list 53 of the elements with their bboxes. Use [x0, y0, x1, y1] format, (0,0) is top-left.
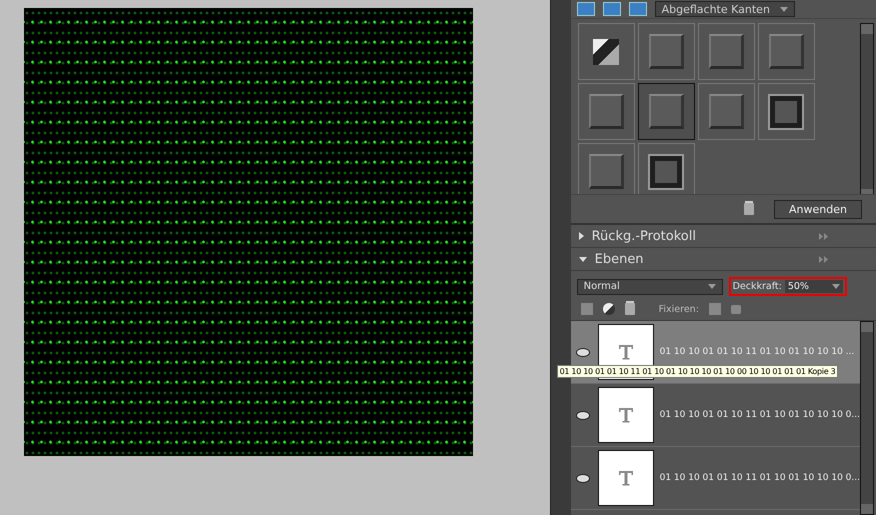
- eye-icon[interactable]: [576, 474, 590, 482]
- panel-title: Ebenen: [594, 252, 644, 266]
- eye-icon[interactable]: [576, 348, 590, 356]
- bevel-square-icon: [648, 34, 684, 69]
- opacity-label: Deckkraft:: [732, 281, 782, 292]
- apply-button[interactable]: Anwenden: [774, 200, 862, 218]
- style-tile[interactable]: [578, 83, 635, 140]
- opacity-field[interactable]: 50%: [784, 280, 843, 293]
- panel-header[interactable]: Ebenen: [570, 248, 876, 271]
- layer-icon[interactable]: [576, 2, 595, 16]
- layer-row[interactable]: 01 10 10 01 01 10 11 01 10 01 10 10 10 0...: [570, 447, 860, 510]
- trash-icon[interactable]: [624, 303, 635, 315]
- new-layer-icon[interactable]: [580, 303, 593, 315]
- bevel-square-icon: [648, 94, 684, 129]
- style-tile[interactable]: [698, 83, 755, 140]
- eye-icon[interactable]: [576, 410, 590, 420]
- style-tile[interactable]: [638, 23, 695, 80]
- style-tile[interactable]: [578, 143, 635, 194]
- style-tile[interactable]: [698, 23, 755, 80]
- style-tile[interactable]: [758, 83, 815, 140]
- layer-name: 01 10 10 01 01 10 11 01 10 01 10 10 10 ...: [660, 347, 854, 357]
- style-tile[interactable]: [638, 143, 695, 194]
- style-tile[interactable]: [638, 83, 695, 140]
- layer-icon[interactable]: [602, 2, 621, 16]
- blend-mode-dropdown[interactable]: Normal: [576, 278, 723, 294]
- lock-icon[interactable]: [730, 304, 741, 314]
- text-t-icon: [618, 470, 634, 486]
- panel-menu-icon[interactable]: [819, 232, 828, 240]
- layer-name: 01 10 10 01 01 10 11 01 10 01 10 10 10 0...: [660, 410, 860, 420]
- trash-icon[interactable]: [744, 203, 754, 215]
- style-tile[interactable]: [578, 23, 635, 80]
- lock-pixels-icon[interactable]: [708, 303, 721, 315]
- adjustment-icon[interactable]: [602, 303, 615, 315]
- text-t-icon: [618, 344, 634, 360]
- scrollbar[interactable]: [860, 321, 874, 515]
- framed-square-icon: [650, 156, 682, 188]
- style-tile[interactable]: [758, 23, 815, 80]
- layer-name: 01 10 10 01 01 10 11 01 10 01 10 10 10 0...: [660, 473, 860, 483]
- style-category-dropdown[interactable]: Abgeflachte Kanten: [654, 1, 795, 17]
- panel-menu-icon[interactable]: [819, 256, 828, 262]
- framed-square-icon: [770, 96, 802, 128]
- panel-title: Rückg.-Protokoll: [592, 228, 696, 244]
- bevel-square-icon: [768, 34, 804, 69]
- scrollbar[interactable]: [860, 23, 874, 194]
- panel-header[interactable]: Rückg.-Protokoll: [570, 225, 876, 248]
- bevel-square-icon: [588, 154, 624, 189]
- bevel-square-icon: [708, 34, 744, 69]
- tooltip: 01 10 10 01 01 10 11 01 10 01 10 10 10 01 10 00 10 10 01 01 01 Kopie 3: [556, 365, 838, 378]
- layer-row[interactable]: 01 10 10 01 01 10 11 01 10 01 10 10 10 0...: [570, 384, 860, 447]
- text-t-icon: [618, 407, 634, 423]
- bevel-square-icon: [708, 94, 744, 129]
- lock-label: Fixieren:: [658, 304, 699, 314]
- bevel-square-icon: [588, 94, 624, 129]
